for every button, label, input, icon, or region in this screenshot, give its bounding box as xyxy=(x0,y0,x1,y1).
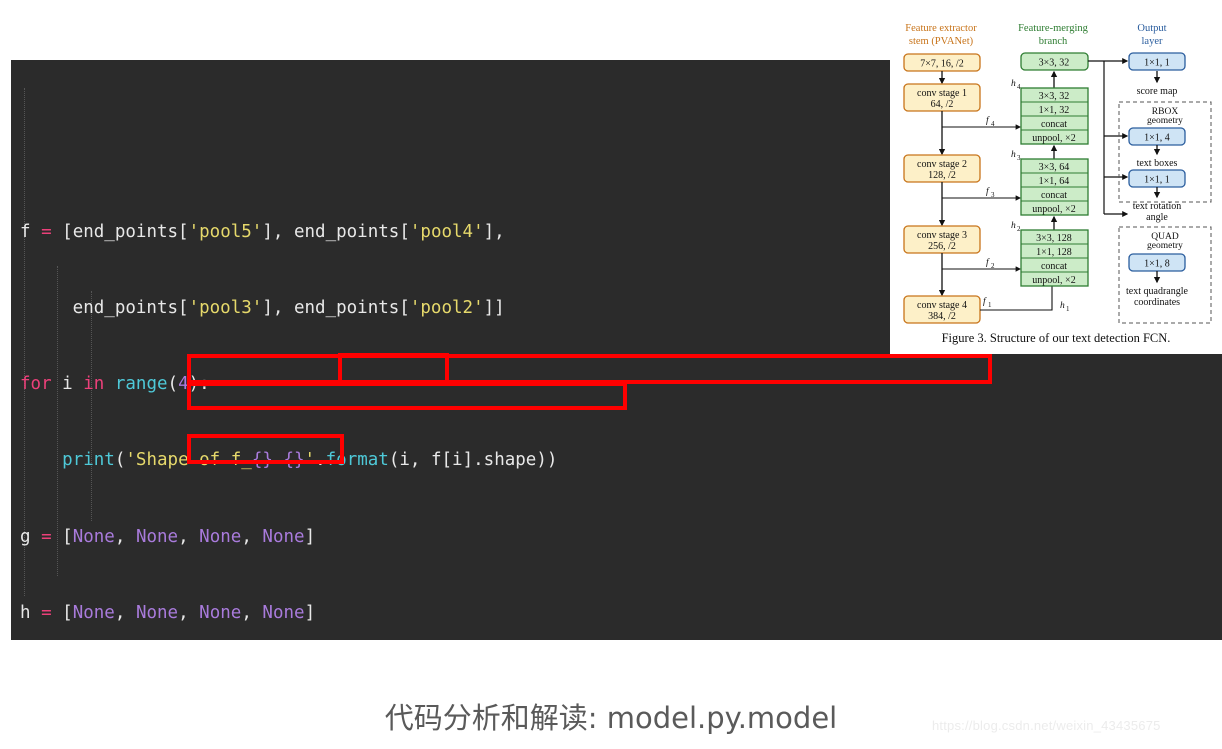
svg-text:128, /2: 128, /2 xyxy=(928,170,956,181)
svg-text:angle: angle xyxy=(1146,212,1168,223)
code-line: h = [None, None, None, None] xyxy=(20,602,316,623)
svg-text:unpool, ×2: unpool, ×2 xyxy=(1032,204,1075,215)
svg-text:1: 1 xyxy=(988,301,992,309)
page-root: f = [end_points['pool5'], end_points['po… xyxy=(0,0,1222,749)
svg-text:text boxes: text boxes xyxy=(1137,158,1178,169)
indent-guide xyxy=(91,291,92,521)
figure-merge-column: 3×3, 32 h 4 3×3, 32 1×1, 32 concat unpoo… xyxy=(1011,52,1089,287)
svg-text:f: f xyxy=(986,186,990,197)
svg-text:4: 4 xyxy=(991,120,995,128)
svg-text:geometry: geometry xyxy=(1147,116,1183,126)
svg-text:1×1, 64: 1×1, 64 xyxy=(1039,176,1070,187)
svg-text:1×1, 8: 1×1, 8 xyxy=(1144,259,1170,270)
figure-caption: Figure 3. Structure of our text detectio… xyxy=(942,331,1171,345)
svg-text:1×1, 4: 1×1, 4 xyxy=(1144,133,1170,144)
watermark-url: https://blog.csdn.net/weixin_43435675 xyxy=(932,718,1161,733)
svg-text:h: h xyxy=(1011,79,1016,89)
figure-col-title-merge-1: Feature-merging xyxy=(1018,23,1089,34)
figure-output-column: 1×1, 1 score map RBOX geometry 1×1, 4 te… xyxy=(1118,52,1212,324)
svg-text:conv stage 4: conv stage 4 xyxy=(917,300,967,311)
figure-text-detection-fcn: Feature extractor stem (PVANet) Feature-… xyxy=(890,14,1222,354)
svg-text:concat: concat xyxy=(1041,119,1067,130)
svg-text:h: h xyxy=(1011,150,1016,160)
svg-text:score map: score map xyxy=(1137,86,1178,97)
figure-col-title-merge-2: branch xyxy=(1039,36,1068,47)
svg-text:f: f xyxy=(986,257,990,268)
svg-text:3×3, 32: 3×3, 32 xyxy=(1039,58,1070,69)
svg-text:h: h xyxy=(1011,221,1016,231)
figure-output-bus xyxy=(1088,58,1129,217)
code-line: print('Shape of f_{} {}'.format(i, f[i].… xyxy=(62,450,558,471)
svg-text:conv stage 1: conv stage 1 xyxy=(917,88,967,99)
figure-col-title-output-2: layer xyxy=(1142,36,1163,47)
svg-text:text rotation: text rotation xyxy=(1133,201,1182,212)
svg-text:3: 3 xyxy=(991,191,995,199)
svg-text:1: 1 xyxy=(1066,305,1070,313)
svg-text:text quadrangle: text quadrangle xyxy=(1126,286,1188,297)
figure-diagram-svg: Feature extractor stem (PVANet) Feature-… xyxy=(903,23,1212,345)
svg-text:1×1, 32: 1×1, 32 xyxy=(1039,105,1070,116)
figure-col-title-output-1: Output xyxy=(1137,23,1166,34)
svg-text:384, /2: 384, /2 xyxy=(928,311,956,322)
svg-text:3×3, 32: 3×3, 32 xyxy=(1039,91,1070,102)
svg-text:3×3, 128: 3×3, 128 xyxy=(1036,233,1072,244)
svg-text:1×1, 1: 1×1, 1 xyxy=(1144,175,1170,186)
svg-text:concat: concat xyxy=(1041,261,1067,272)
svg-text:conv stage 2: conv stage 2 xyxy=(917,159,967,170)
svg-text:f: f xyxy=(986,115,990,126)
code-line: g = [None, None, None, None] xyxy=(20,526,316,547)
svg-text:f: f xyxy=(983,296,987,307)
svg-text:2: 2 xyxy=(991,262,995,270)
figure-col-title-stem-2: stem (PVANet) xyxy=(909,36,974,47)
svg-text:unpool, ×2: unpool, ×2 xyxy=(1032,133,1075,144)
indent-guide xyxy=(24,88,25,596)
svg-text:64, /2: 64, /2 xyxy=(931,99,954,110)
svg-text:1×1, 128: 1×1, 128 xyxy=(1036,247,1072,258)
svg-text:concat: concat xyxy=(1041,190,1067,201)
svg-text:256, /2: 256, /2 xyxy=(928,241,956,252)
svg-text:unpool, ×2: unpool, ×2 xyxy=(1032,275,1075,286)
figure-col-title-stem-1: Feature extractor xyxy=(905,23,977,34)
svg-text:coordinates: coordinates xyxy=(1134,297,1180,308)
code-line: for i in range(4): xyxy=(20,374,210,395)
svg-text:h: h xyxy=(1060,301,1065,311)
svg-text:3×3, 64: 3×3, 64 xyxy=(1039,162,1070,173)
svg-text:geometry: geometry xyxy=(1147,241,1183,251)
svg-text:7×7, 16, /2: 7×7, 16, /2 xyxy=(920,59,963,70)
svg-text:1×1, 1: 1×1, 1 xyxy=(1144,58,1170,69)
svg-text:conv stage 3: conv stage 3 xyxy=(917,230,967,241)
